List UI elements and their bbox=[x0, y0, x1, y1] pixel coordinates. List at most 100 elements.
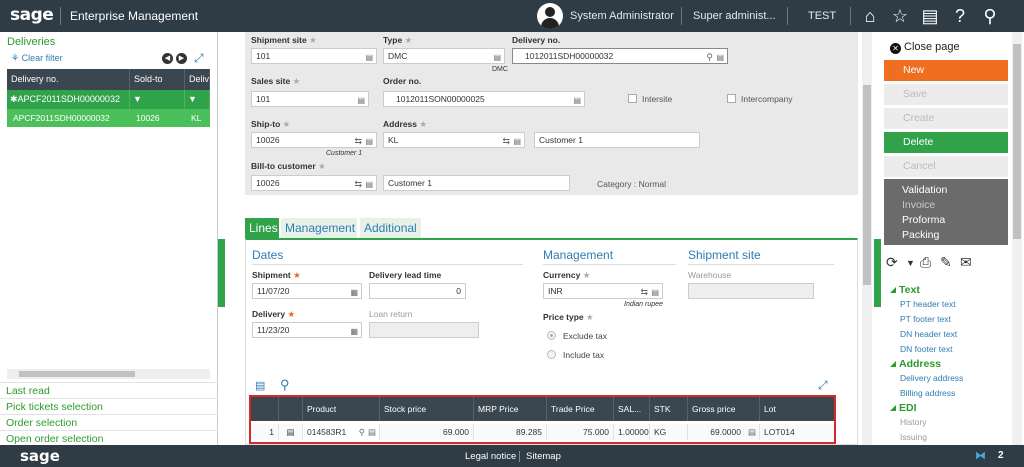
column-header-product[interactable]: Product bbox=[303, 397, 380, 421]
connection-icon[interactable]: ⧓ bbox=[975, 449, 986, 462]
order-no-field[interactable]: 1012011SON00000025 ▤ bbox=[383, 91, 585, 107]
filter-cell-deliv[interactable]: ▼ bbox=[185, 90, 210, 109]
link-pick-tickets[interactable]: Pick tickets selection bbox=[0, 398, 218, 414]
left-panel-title[interactable]: Deliveries bbox=[7, 36, 55, 48]
trade-price-cell[interactable]: 75.000 bbox=[547, 424, 614, 440]
refresh-icon[interactable]: ⟳ bbox=[886, 254, 898, 271]
search-icon[interactable]: ⚲ bbox=[280, 377, 290, 393]
menu-item-validation[interactable]: Validation bbox=[902, 184, 947, 196]
notification-count[interactable]: 2 bbox=[998, 450, 1004, 461]
tab-lines[interactable]: Lines bbox=[245, 218, 279, 238]
next-page-button[interactable]: ▶ bbox=[176, 53, 187, 64]
print-icon[interactable]: ⎙ bbox=[920, 254, 931, 271]
section-text[interactable]: Text bbox=[890, 284, 920, 296]
address-name-field[interactable]: Customer 1 bbox=[534, 132, 700, 148]
cancel-button[interactable]: Cancel bbox=[884, 156, 1008, 177]
dashboard-icon[interactable]: ▤ bbox=[919, 5, 941, 27]
menu-item-invoice[interactable]: Invoice bbox=[902, 199, 935, 211]
bill-to-name-field[interactable]: Customer 1 bbox=[383, 175, 570, 191]
comment-icon[interactable]: ✉ bbox=[960, 254, 972, 271]
column-header-gross-price[interactable]: Gross price bbox=[688, 397, 760, 421]
folder-name[interactable]: TEST bbox=[808, 10, 836, 22]
stk-cell[interactable]: KG bbox=[650, 424, 688, 440]
attachment-icon[interactable]: ✎ bbox=[940, 254, 952, 271]
include-tax-radio[interactable] bbox=[547, 350, 556, 359]
close-page-button[interactable]: ✕ Close page bbox=[890, 41, 960, 54]
create-button[interactable]: Create bbox=[884, 108, 1008, 129]
sales-site-field[interactable]: 101 ▤ bbox=[251, 91, 369, 107]
sal-cell[interactable]: 1.00000 bbox=[614, 424, 650, 440]
column-header-stock-price[interactable]: Stock price bbox=[380, 397, 474, 421]
bill-to-field[interactable]: 10026 ⇆ ▤ bbox=[251, 175, 377, 191]
address-field[interactable]: KL ⇆ ▤ bbox=[383, 132, 525, 148]
user-role[interactable]: Super administ... bbox=[693, 10, 776, 22]
section-address[interactable]: Address bbox=[890, 358, 941, 370]
mrp-price-cell[interactable]: 89.285 bbox=[474, 424, 547, 440]
menu-item-packing[interactable]: Packing bbox=[902, 229, 939, 241]
link-pt-footer-text[interactable]: PT footer text bbox=[900, 314, 951, 324]
user-name[interactable]: System Administrator bbox=[570, 10, 674, 22]
delivery-no-field[interactable]: 1012011SDH00000032 ⚲ ▤ bbox=[512, 48, 728, 64]
column-header-deliv[interactable]: Deliv bbox=[185, 69, 210, 90]
sage-logo[interactable]: sage bbox=[10, 5, 54, 25]
avatar[interactable] bbox=[537, 3, 563, 29]
link-pt-header-text[interactable]: PT header text bbox=[900, 299, 956, 309]
intersite-checkbox[interactable] bbox=[628, 94, 637, 103]
exclude-tax-radio[interactable] bbox=[547, 331, 556, 340]
link-history[interactable]: History bbox=[900, 417, 926, 427]
link-billing-address[interactable]: Billing address bbox=[900, 388, 955, 398]
link-dn-header-text[interactable]: DN header text bbox=[900, 329, 957, 339]
horizontal-scrollbar[interactable] bbox=[7, 369, 210, 379]
grid-options-icon[interactable]: ▤ bbox=[255, 379, 265, 392]
tab-management[interactable]: Management bbox=[281, 218, 357, 238]
row-actions-icon[interactable]: ▤ bbox=[279, 424, 303, 440]
link-last-read[interactable]: Last read bbox=[0, 382, 218, 398]
link-order-selection[interactable]: Order selection bbox=[0, 414, 218, 430]
chevron-down-icon[interactable]: ▼ bbox=[906, 258, 915, 268]
column-header-trade-price[interactable]: Trade Price bbox=[547, 397, 614, 421]
legal-notice-link[interactable]: Legal notice bbox=[465, 451, 516, 462]
shipment-date-field[interactable]: 11/07/20 ▦ bbox=[252, 283, 362, 299]
collapse-right-handle[interactable] bbox=[874, 239, 881, 307]
table-cell[interactable]: 10026 bbox=[130, 109, 185, 127]
new-button[interactable]: New bbox=[884, 60, 1008, 81]
lot-cell[interactable]: LOT014 bbox=[760, 424, 834, 440]
intercompany-checkbox[interactable] bbox=[727, 94, 736, 103]
stock-price-cell[interactable]: 69.000 bbox=[380, 424, 474, 440]
column-header-sold-to[interactable]: Sold-to bbox=[130, 69, 185, 90]
save-button[interactable]: Save bbox=[884, 84, 1008, 105]
table-row[interactable]: APCF2011SDH00000032 bbox=[7, 109, 130, 127]
star-icon[interactable]: ☆ bbox=[889, 5, 911, 27]
filter-cell-delivery-no[interactable]: ✱APCF2011SDH00000032 bbox=[7, 90, 130, 109]
product-cell[interactable]: 014583R1 ⚲ ▤ bbox=[303, 424, 380, 440]
column-header-stk[interactable]: STK bbox=[650, 397, 688, 421]
type-field[interactable]: DMC ▤ bbox=[383, 48, 505, 64]
sitemap-link[interactable]: Sitemap bbox=[526, 451, 561, 462]
search-icon[interactable]: ⚲ bbox=[979, 5, 1001, 27]
currency-field[interactable]: INR ⇆ ▤ bbox=[543, 283, 663, 299]
column-header-sal[interactable]: SAL... bbox=[614, 397, 650, 421]
delivery-lead-time-field[interactable]: 0 bbox=[369, 283, 466, 299]
section-edi[interactable]: EDI bbox=[890, 402, 917, 414]
link-delivery-address[interactable]: Delivery address bbox=[900, 373, 963, 383]
gross-price-cell[interactable]: 69.0000 ▤ bbox=[688, 424, 760, 440]
expand-icon[interactable]: ⤢ bbox=[194, 51, 204, 66]
delivery-date-field[interactable]: 11/23/20 ▦ bbox=[252, 322, 362, 338]
column-header-mrp-price[interactable]: MRP Price bbox=[474, 397, 547, 421]
link-open-order-selection[interactable]: Open order selection bbox=[0, 430, 218, 446]
delete-button[interactable]: Delete bbox=[884, 132, 1008, 153]
right-scrollbar[interactable] bbox=[1012, 32, 1022, 445]
table-cell[interactable]: KL bbox=[185, 109, 210, 127]
filter-cell-sold-to[interactable]: ▼ bbox=[130, 90, 185, 109]
expand-icon[interactable]: ⤢ bbox=[818, 378, 828, 393]
help-icon[interactable]: ? bbox=[949, 5, 971, 27]
menu-item-proforma[interactable]: Proforma bbox=[902, 214, 945, 226]
link-dn-footer-text[interactable]: DN footer text bbox=[900, 344, 952, 354]
vertical-scrollbar[interactable] bbox=[862, 32, 872, 445]
ship-to-field[interactable]: 10026 ⇆ ▤ bbox=[251, 132, 377, 148]
previous-page-button[interactable]: ◀ bbox=[162, 53, 173, 64]
clear-filter-link[interactable]: ⚘ Clear filter bbox=[11, 53, 63, 64]
column-header-lot[interactable]: Lot bbox=[760, 397, 834, 421]
home-icon[interactable]: ⌂ bbox=[859, 5, 881, 27]
tab-additional[interactable]: Additional bbox=[360, 218, 421, 238]
